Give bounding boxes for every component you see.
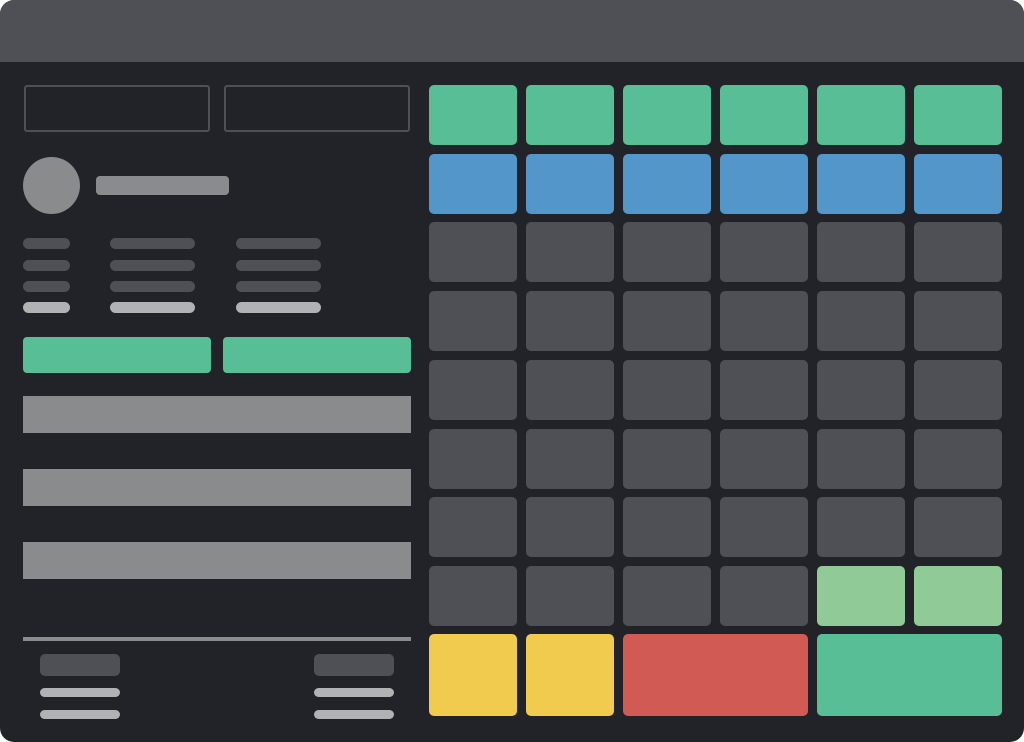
avatar-icon bbox=[23, 157, 80, 214]
footer-text-left-2 bbox=[40, 710, 120, 719]
pad-r6-c6[interactable] bbox=[914, 429, 1002, 489]
stat-col1-row3 bbox=[23, 281, 70, 292]
pad-r3-c2[interactable] bbox=[526, 222, 614, 282]
profile-name-placeholder bbox=[96, 176, 229, 195]
list-field-2[interactable] bbox=[23, 469, 411, 506]
pad-r2-c6[interactable] bbox=[914, 154, 1002, 214]
stat-col2-row4 bbox=[110, 302, 195, 313]
pad-r8-c3[interactable] bbox=[623, 566, 711, 626]
pad-r7-c1[interactable] bbox=[429, 497, 517, 557]
pad-r2-c1[interactable] bbox=[429, 154, 517, 214]
stat-col3-row2 bbox=[236, 260, 321, 271]
pad-r1-c1[interactable] bbox=[429, 85, 517, 145]
app-window bbox=[0, 0, 1024, 742]
pad-r7-c2[interactable] bbox=[526, 497, 614, 557]
pad-r7-c5[interactable] bbox=[817, 497, 905, 557]
pad-r5-c4[interactable] bbox=[720, 360, 808, 420]
pad-r8-c1[interactable] bbox=[429, 566, 517, 626]
pad-r1-c2[interactable] bbox=[526, 85, 614, 145]
action-button-2[interactable] bbox=[223, 337, 411, 373]
green-wide-pad[interactable] bbox=[817, 634, 1002, 716]
stat-col1-row1 bbox=[23, 238, 70, 249]
list-field-1[interactable] bbox=[23, 396, 411, 433]
pad-r3-c5[interactable] bbox=[817, 222, 905, 282]
pad-r8-c4[interactable] bbox=[720, 566, 808, 626]
pad-r6-c3[interactable] bbox=[623, 429, 711, 489]
pad-r4-c1[interactable] bbox=[429, 291, 517, 351]
pad-r4-c5[interactable] bbox=[817, 291, 905, 351]
pad-r6-c1[interactable] bbox=[429, 429, 517, 489]
pad-r4-c2[interactable] bbox=[526, 291, 614, 351]
yellow-pad-1[interactable] bbox=[429, 634, 517, 716]
pad-r3-c6[interactable] bbox=[914, 222, 1002, 282]
stat-col3-row3 bbox=[236, 281, 321, 292]
footer-button-right[interactable] bbox=[314, 654, 394, 676]
action-button-1[interactable] bbox=[23, 337, 211, 373]
pad-r4-c4[interactable] bbox=[720, 291, 808, 351]
pad-r1-c3[interactable] bbox=[623, 85, 711, 145]
stat-col2-row2 bbox=[110, 260, 195, 271]
stat-col2-row1 bbox=[110, 238, 195, 249]
pad-r2-c3[interactable] bbox=[623, 154, 711, 214]
pad-r6-c4[interactable] bbox=[720, 429, 808, 489]
list-field-3[interactable] bbox=[23, 542, 411, 579]
pad-r5-c1[interactable] bbox=[429, 360, 517, 420]
footer-text-right-1 bbox=[314, 688, 394, 697]
pad-r1-c4[interactable] bbox=[720, 85, 808, 145]
footer-text-right-2 bbox=[314, 710, 394, 719]
pad-r7-c6[interactable] bbox=[914, 497, 1002, 557]
pad-r5-c2[interactable] bbox=[526, 360, 614, 420]
pad-r4-c6[interactable] bbox=[914, 291, 1002, 351]
stat-col3-row1 bbox=[236, 238, 321, 249]
pad-r6-c5[interactable] bbox=[817, 429, 905, 489]
footer-text-left-1 bbox=[40, 688, 120, 697]
yellow-pad-2[interactable] bbox=[526, 634, 614, 716]
stat-col2-row3 bbox=[110, 281, 195, 292]
pad-r3-c1[interactable] bbox=[429, 222, 517, 282]
stat-col3-row4 bbox=[236, 302, 321, 313]
pad-r7-c4[interactable] bbox=[720, 497, 808, 557]
pad-r8-c6[interactable] bbox=[914, 566, 1002, 626]
pad-r3-c4[interactable] bbox=[720, 222, 808, 282]
pad-r8-c2[interactable] bbox=[526, 566, 614, 626]
stat-col1-row2 bbox=[23, 260, 70, 271]
pad-r2-c4[interactable] bbox=[720, 154, 808, 214]
pad-r1-c6[interactable] bbox=[914, 85, 1002, 145]
divider bbox=[23, 637, 411, 641]
red-wide-pad[interactable] bbox=[623, 634, 808, 716]
pad-r2-c2[interactable] bbox=[526, 154, 614, 214]
title-bar bbox=[0, 0, 1024, 62]
pad-r2-c5[interactable] bbox=[817, 154, 905, 214]
pad-r7-c3[interactable] bbox=[623, 497, 711, 557]
footer-button-left[interactable] bbox=[40, 654, 120, 676]
input-field-2[interactable] bbox=[224, 85, 410, 132]
pad-r3-c3[interactable] bbox=[623, 222, 711, 282]
pad-r6-c2[interactable] bbox=[526, 429, 614, 489]
pad-r5-c3[interactable] bbox=[623, 360, 711, 420]
pad-r1-c5[interactable] bbox=[817, 85, 905, 145]
pad-r5-c5[interactable] bbox=[817, 360, 905, 420]
pad-r5-c6[interactable] bbox=[914, 360, 1002, 420]
stat-col1-row4 bbox=[23, 302, 70, 313]
pad-r4-c3[interactable] bbox=[623, 291, 711, 351]
pad-r8-c5[interactable] bbox=[817, 566, 905, 626]
input-field-1[interactable] bbox=[24, 85, 210, 132]
